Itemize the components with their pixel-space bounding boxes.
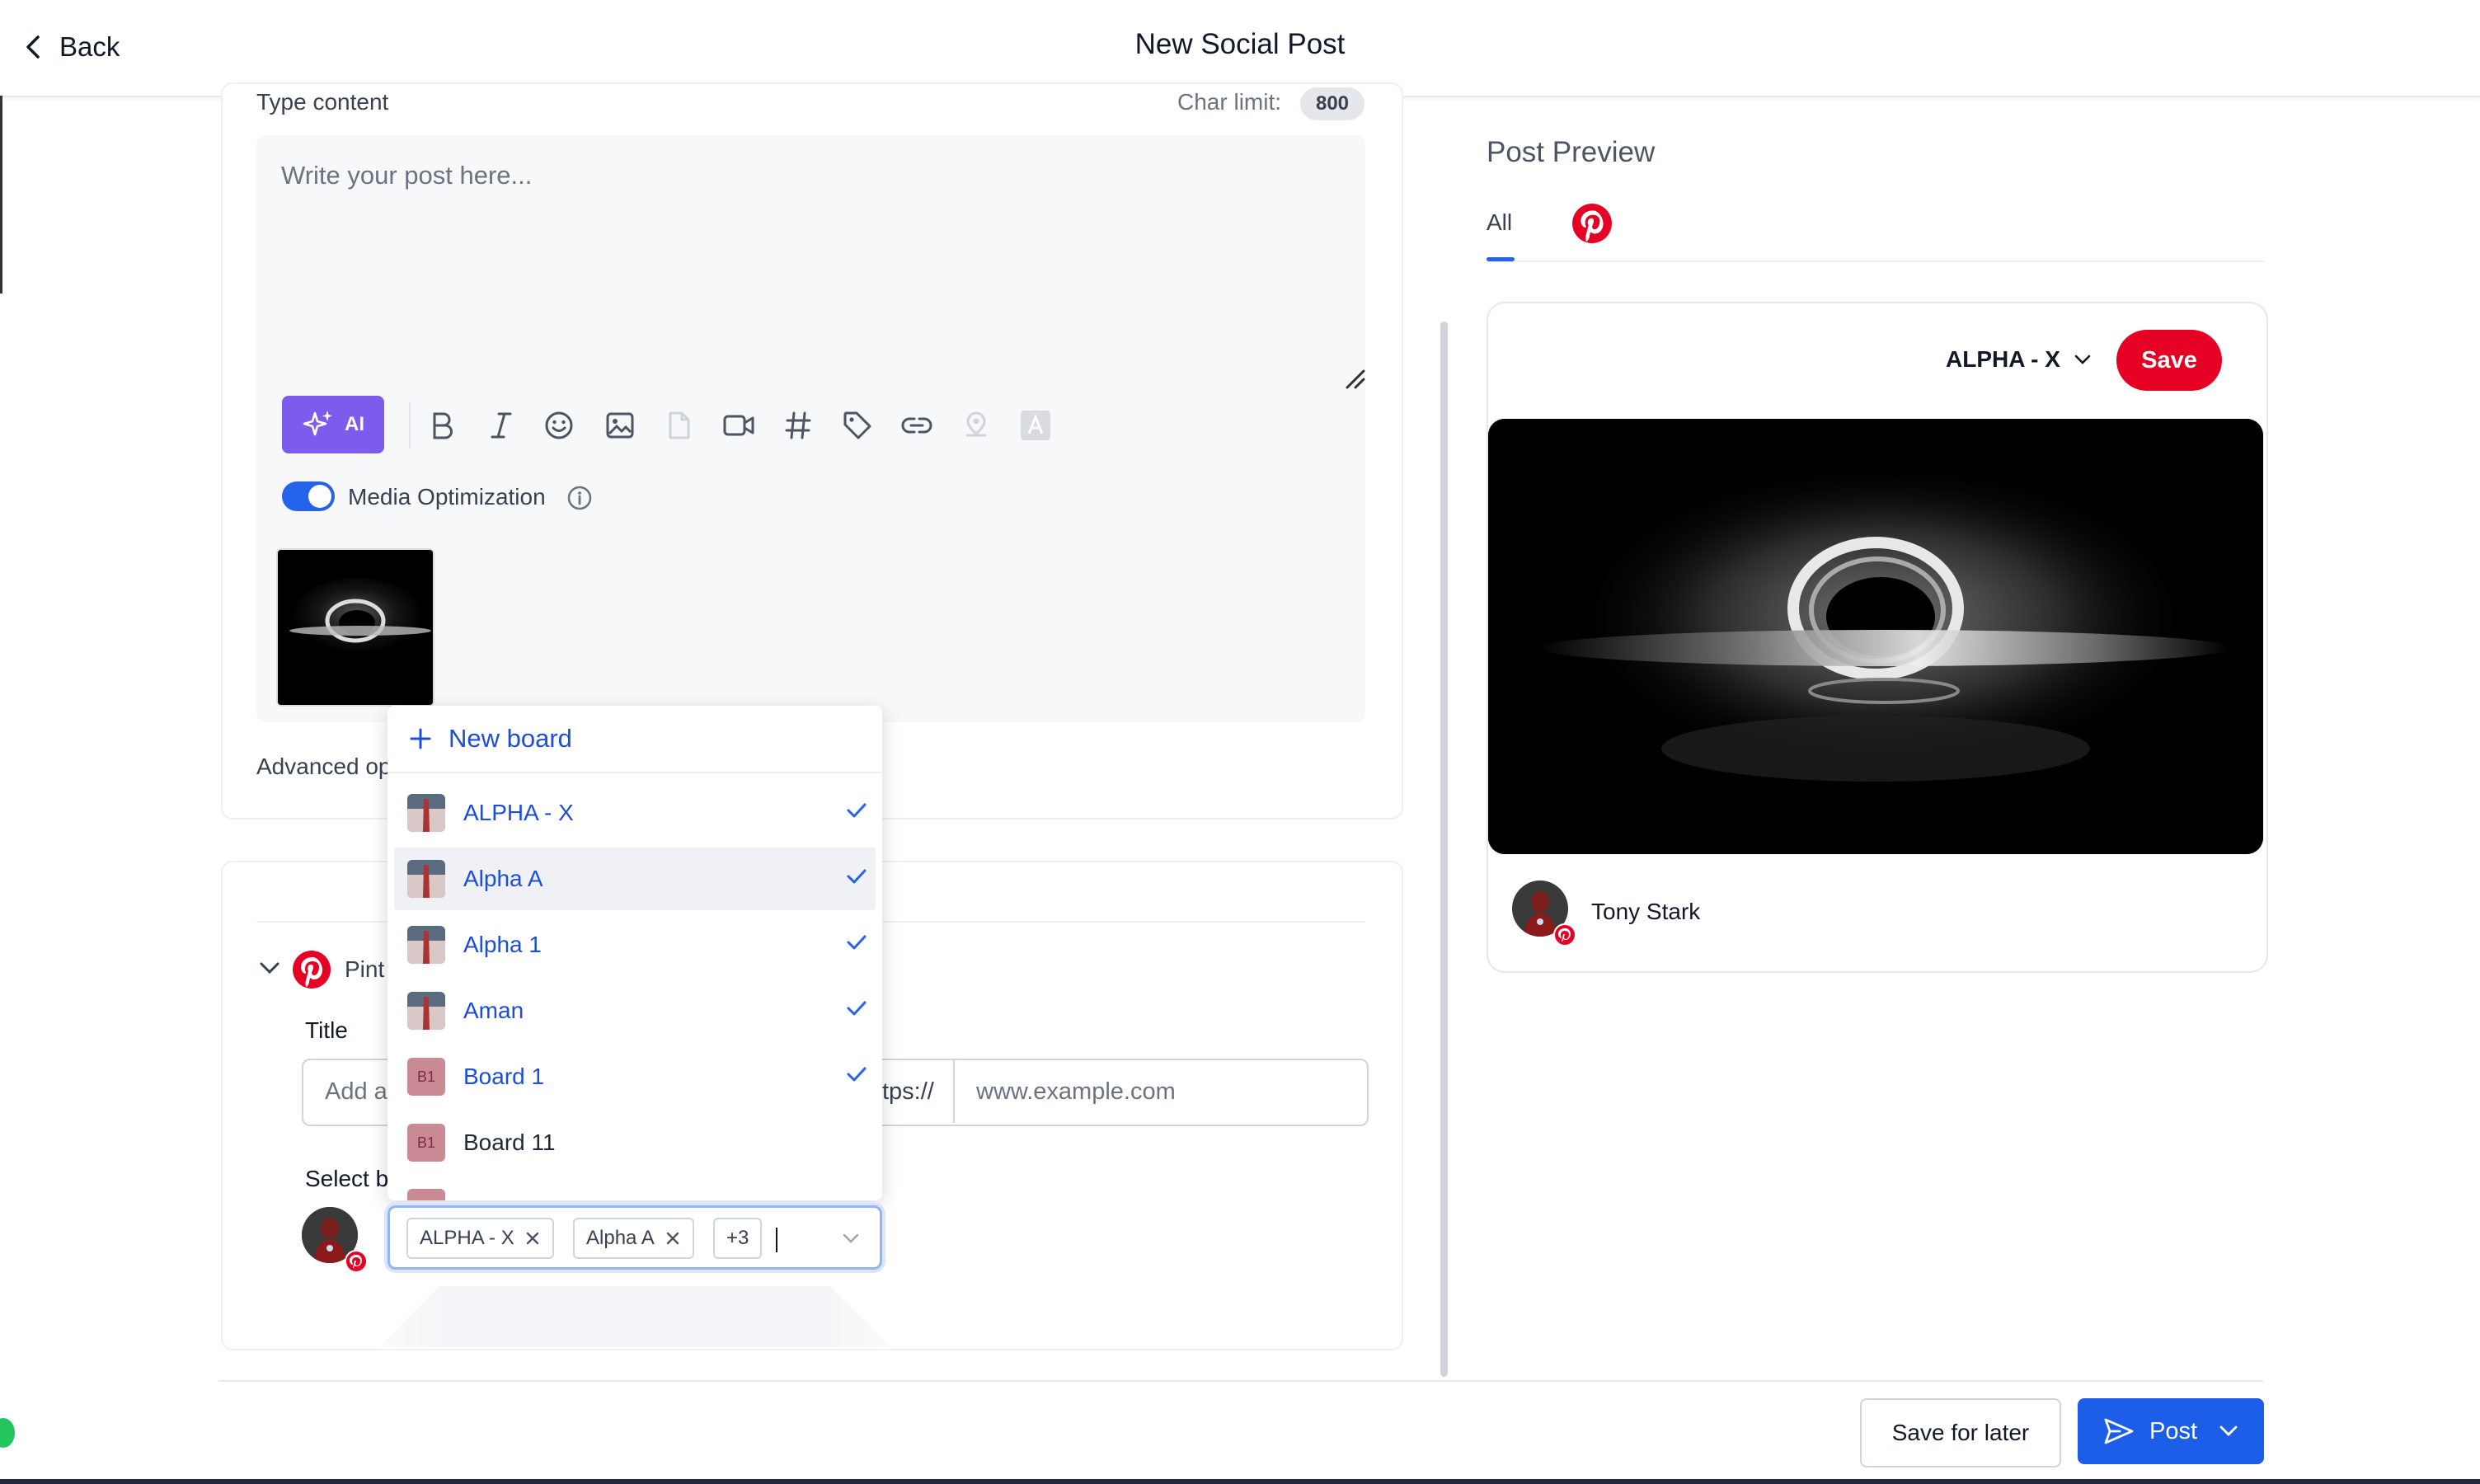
board-option-label: Alpha A <box>463 866 543 891</box>
status-dot <box>0 1418 15 1448</box>
tab-all[interactable]: All <box>1487 209 1512 236</box>
check-icon <box>846 1065 867 1083</box>
board-avatar <box>407 860 445 898</box>
network-label: Pint <box>345 956 385 982</box>
board-option[interactable]: ALPHA - X <box>394 782 876 844</box>
document-icon[interactable] <box>661 407 698 444</box>
chevron-down-icon <box>2074 354 2092 365</box>
char-limit-badge: 800 <box>1300 87 1364 120</box>
board-option-label: Aman <box>463 998 524 1023</box>
pinterest-tab-icon[interactable] <box>1571 203 1613 244</box>
check-icon <box>846 801 867 819</box>
board-option[interactable]: Alpha 1 <box>394 913 876 976</box>
post-placeholder[interactable]: Write your post here... <box>281 161 532 190</box>
board-avatar: B1 <box>407 1124 445 1162</box>
board-select[interactable]: ALPHA - X Alpha A +3 <box>388 1205 882 1270</box>
location-icon[interactable] <box>958 407 994 444</box>
board-option[interactable]: B1 Board 11 <box>394 1111 876 1174</box>
save-for-later-button[interactable]: Save for later <box>1860 1398 2061 1468</box>
check-icon <box>846 867 867 885</box>
post-label: Post <box>2149 1417 2198 1444</box>
scrollbar[interactable] <box>1440 322 1448 1377</box>
toolbar-divider <box>409 402 411 448</box>
board-avatar <box>407 992 445 1030</box>
plus-icon <box>409 727 432 750</box>
board-option-label: Alpha 1 <box>463 932 542 957</box>
media-optimization-label: Media Optimization <box>348 484 546 510</box>
video-icon[interactable] <box>721 407 757 444</box>
ai-assist-button[interactable]: AI <box>282 396 384 453</box>
url-divider <box>953 1060 955 1123</box>
close-icon[interactable] <box>665 1230 681 1247</box>
title-placeholder[interactable]: Add a <box>325 1078 388 1106</box>
preview-board-name: ALPHA - X <box>1946 346 2060 372</box>
window-bottom-edge <box>0 1479 2480 1484</box>
text-cursor <box>776 1228 777 1252</box>
type-content-label: Type content <box>256 89 389 115</box>
url-prefix: tps:// <box>882 1078 934 1105</box>
board-avatar: B1 <box>407 1058 445 1096</box>
title-label: Title <box>305 1017 348 1043</box>
pinterest-icon <box>292 950 331 989</box>
chip-label: ALPHA - X <box>420 1227 514 1249</box>
ai-label: AI <box>345 413 364 435</box>
board-avatar <box>407 926 445 964</box>
link-icon[interactable] <box>899 407 935 444</box>
board-option[interactable]: Alpha A <box>394 848 876 910</box>
sparkle-icon <box>302 408 335 441</box>
footer-divider <box>218 1380 2263 1382</box>
char-limit-label: Char limit: <box>1177 89 1282 115</box>
board-option-label: Board 11 <box>463 1129 556 1155</box>
send-icon <box>2103 1417 2135 1445</box>
board-option[interactable]: B1 Board 1 <box>394 1045 876 1108</box>
chevron-down-icon[interactable] <box>842 1233 860 1244</box>
image-icon[interactable] <box>602 407 638 444</box>
chevron-down-icon[interactable] <box>2219 1425 2238 1438</box>
page-title: New Social Post <box>1134 28 1346 60</box>
close-icon[interactable] <box>524 1230 541 1247</box>
media-optimization-toggle[interactable] <box>282 481 335 511</box>
preview-board-select[interactable]: ALPHA - X <box>1946 346 2092 373</box>
board-avatar <box>407 1189 445 1200</box>
bold-icon[interactable] <box>424 407 460 444</box>
board-avatar <box>407 794 445 832</box>
pin-save-button[interactable]: Save <box>2116 330 2222 391</box>
preview-title: Post Preview <box>1487 136 1656 168</box>
tabs-divider <box>1487 261 2265 262</box>
text-style-icon[interactable] <box>1017 407 1054 444</box>
select-board-label: Select b <box>305 1166 389 1191</box>
pinterest-badge-icon <box>1553 923 1576 946</box>
active-tab-indicator <box>1487 257 1515 261</box>
selected-board-chip: ALPHA - X <box>406 1218 554 1259</box>
board-dropdown: New board ALPHA - X Alpha A Alpha 1 Aman… <box>388 706 882 1200</box>
chevron-down-icon[interactable] <box>258 960 281 976</box>
new-board-label: New board <box>449 724 572 753</box>
media-thumbnail[interactable] <box>276 548 434 707</box>
preview-image <box>1488 419 2263 854</box>
hashtag-icon[interactable] <box>780 407 816 444</box>
check-icon <box>846 999 867 1017</box>
board-option[interactable]: Aman <box>394 979 876 1042</box>
more-boards-count[interactable]: +3 <box>713 1218 763 1259</box>
window-edge <box>0 96 2 294</box>
info-icon[interactable] <box>567 486 592 510</box>
resize-handle-icon[interactable] <box>1344 368 1367 391</box>
emoji-icon[interactable] <box>541 407 577 444</box>
selected-board-chip: Alpha A <box>573 1218 694 1259</box>
board-option-label: Board 1 <box>463 1064 545 1089</box>
post-button[interactable]: Post <box>2078 1398 2264 1464</box>
pinterest-badge-icon <box>345 1250 368 1273</box>
tag-icon[interactable] <box>839 407 876 444</box>
new-board-button[interactable]: New board <box>388 706 882 773</box>
check-icon <box>846 933 867 951</box>
author-name: Tony Stark <box>1591 899 1701 924</box>
chip-label: Alpha A <box>586 1227 655 1249</box>
url-input[interactable]: www.example.com <box>976 1078 1176 1106</box>
italic-icon[interactable] <box>483 407 519 444</box>
board-option-label: ALPHA - X <box>463 800 574 825</box>
advanced-options-label[interactable]: Advanced op <box>256 754 391 780</box>
